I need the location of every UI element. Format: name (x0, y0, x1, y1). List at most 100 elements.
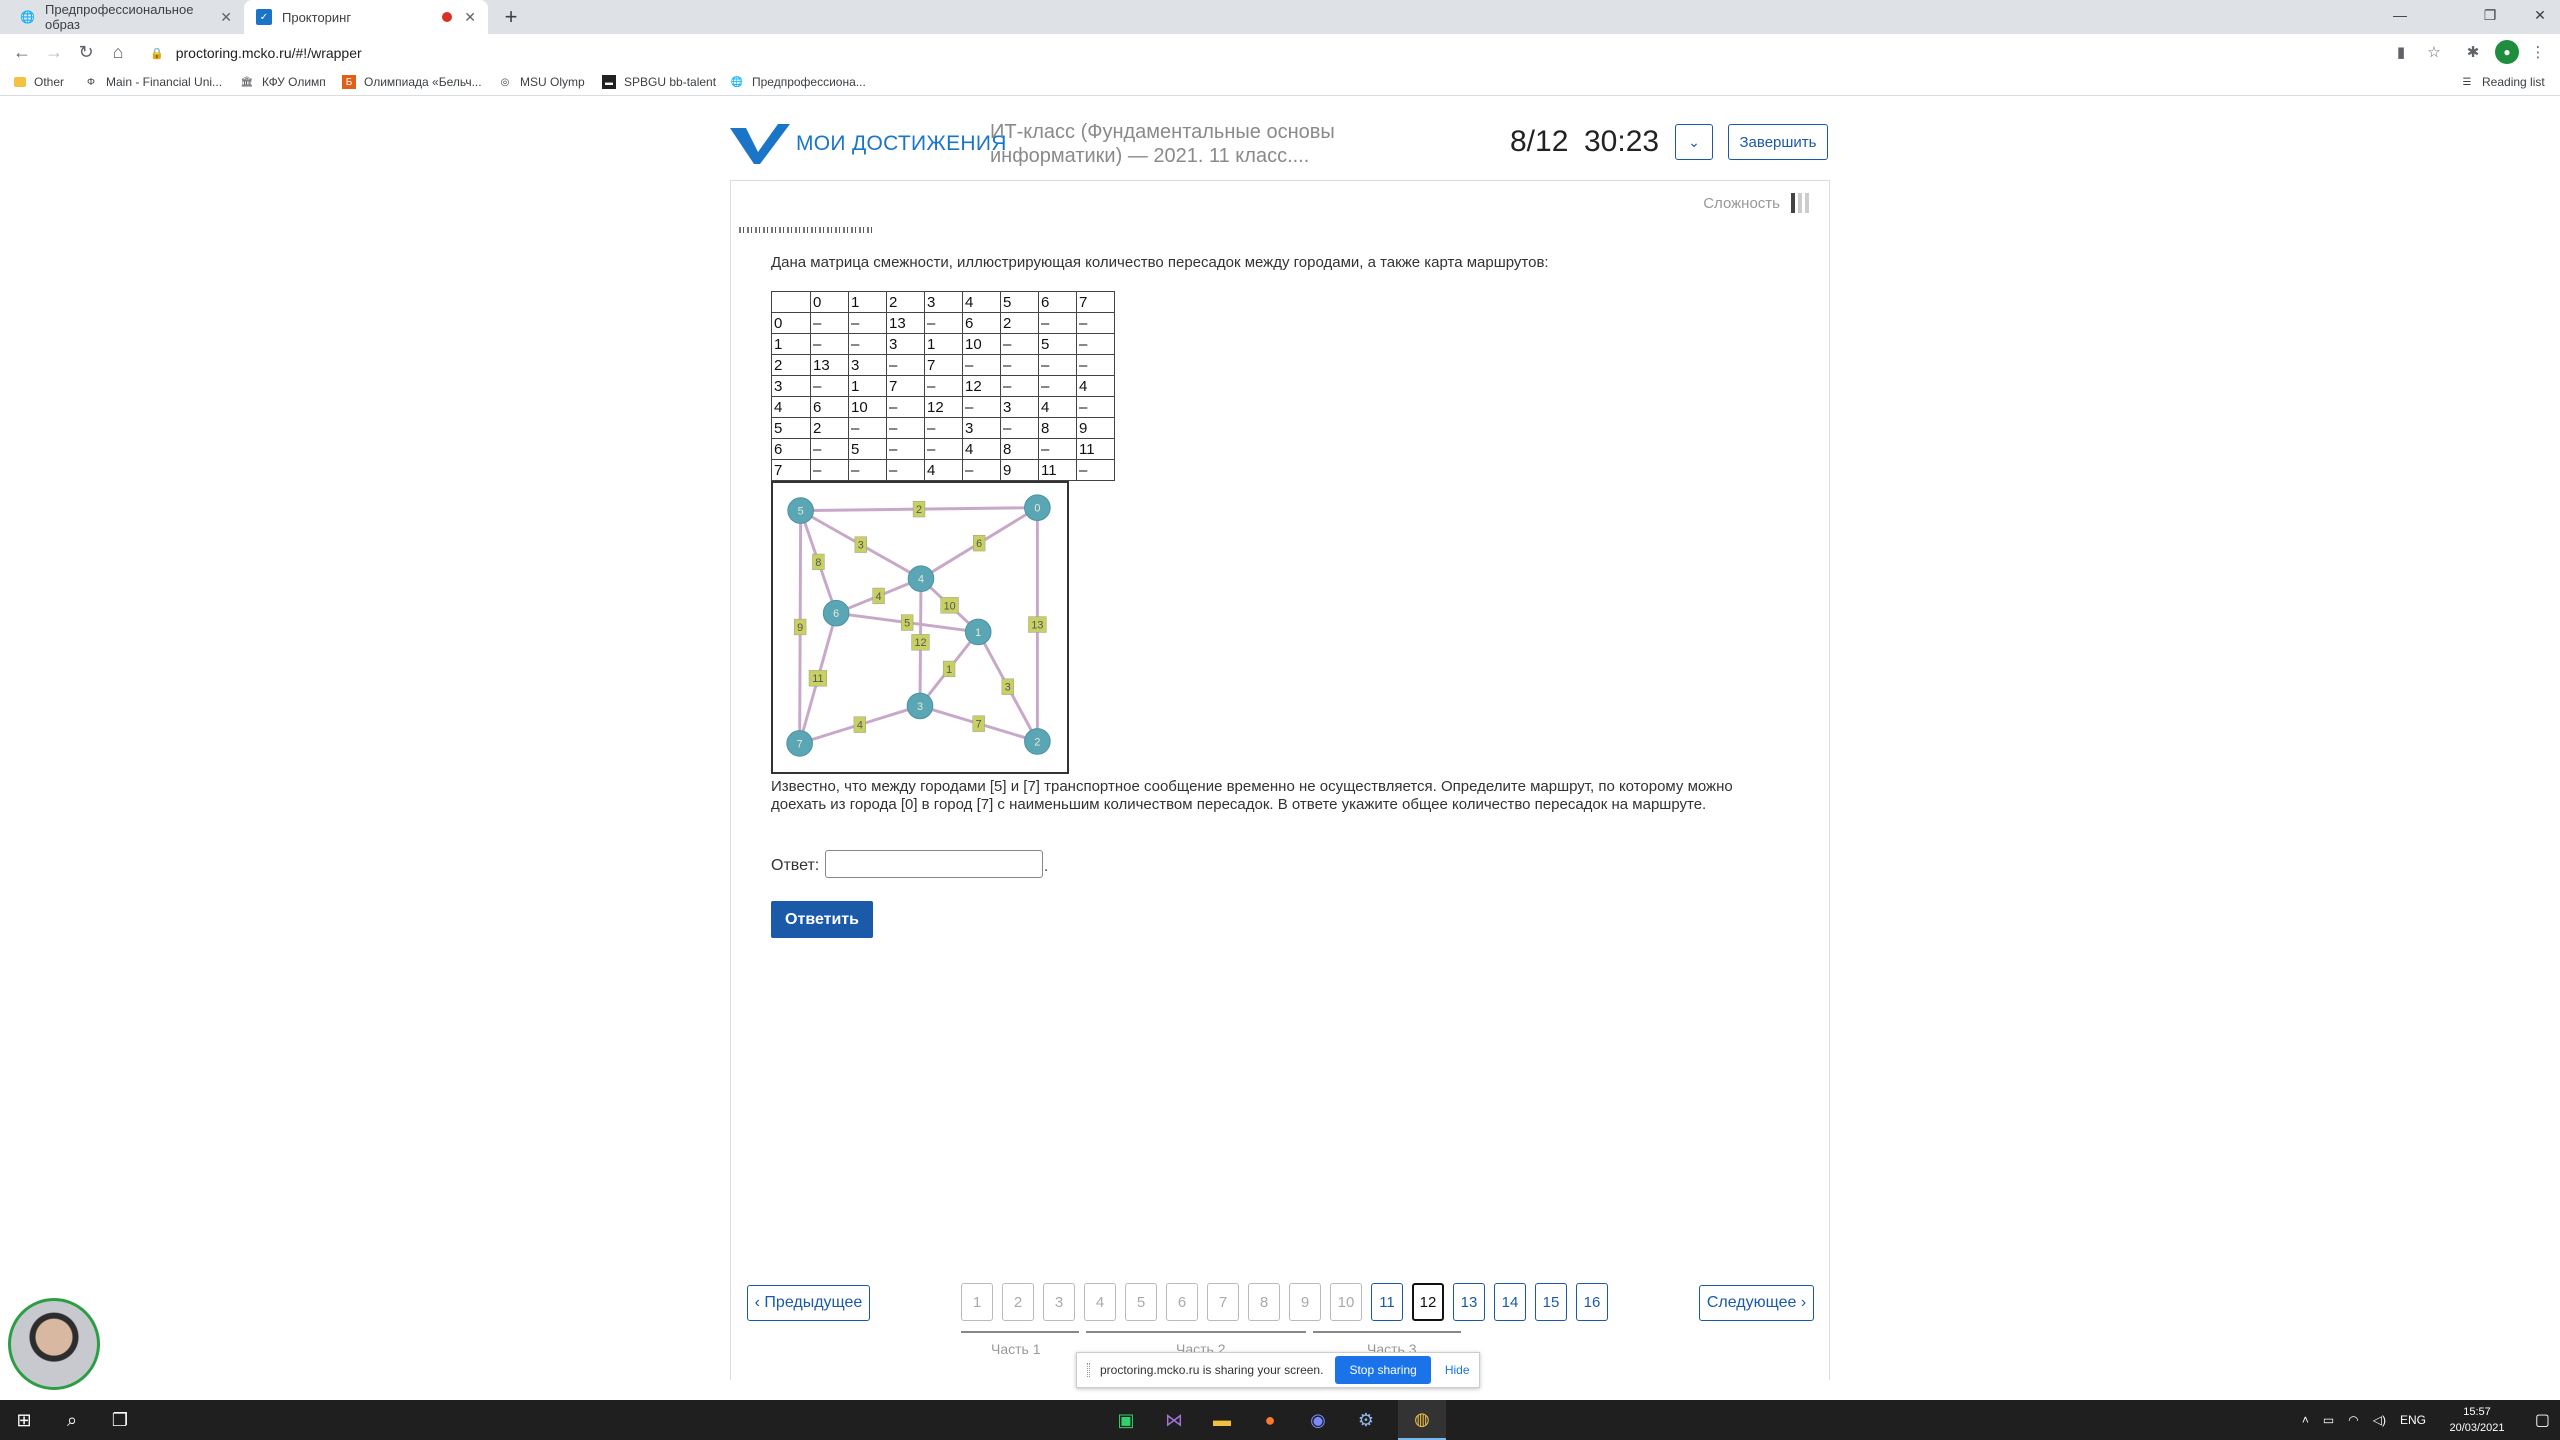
back-button[interactable]: ← (10, 40, 34, 64)
adjacency-matrix: 0 1 2 3 4 5 6 7 0– –13–6 2– –1– –3 1 10–5–2 13 3–7– – – –3–… (771, 291, 1115, 481)
edge-weight-label: 11 (812, 673, 823, 685)
hide-button[interactable]: Hide (1445, 1363, 1470, 1377)
page-button-6[interactable]: 6 (1166, 1283, 1198, 1321)
profile-avatar[interactable]: ● (2495, 40, 2519, 64)
notifications-icon[interactable]: ▢ (2535, 1410, 2550, 1430)
bookmark-financial[interactable]: Φ Main - Financial Uni... (84, 75, 222, 89)
home-button[interactable]: ⌂ (106, 40, 130, 64)
forward-button[interactable]: → (42, 40, 66, 64)
network-icon[interactable]: ▭ (2323, 1413, 2334, 1427)
msu-icon: ◎ (500, 76, 510, 88)
matrix-cell: – (962, 459, 1001, 481)
address-bar[interactable]: 🔒 proctoring.mcko.ru/#!/wrapper (144, 39, 2374, 67)
firefox-icon[interactable]: ● (1246, 1400, 1294, 1440)
close-tab-icon[interactable]: ✕ (464, 9, 476, 26)
pycharm-icon[interactable]: ▣ (1102, 1400, 1150, 1440)
volume-icon[interactable]: ◁) (2373, 1413, 2386, 1427)
previous-button[interactable]: ‹ Предыдущее (747, 1285, 870, 1321)
drag-handle[interactable] (1087, 1363, 1090, 1377)
chevron-up-icon[interactable]: ˄ (2302, 1413, 2309, 1427)
matrix-cell: 13 (886, 312, 925, 334)
bookmark-kfu[interactable]: 🏛 КФУ Олимп (240, 75, 326, 89)
matrix-cell: 1 (771, 333, 811, 355)
tab-preprof[interactable]: 🌐 Предпрофессиональное образ ✕ (8, 0, 244, 34)
page-button-12[interactable]: 12 (1412, 1283, 1444, 1321)
edge-weight-label: 8 (815, 557, 821, 569)
screen-share-bar: proctoring.mcko.ru is sharing your scree… (1076, 1352, 1480, 1388)
matrix-cell: – (1038, 354, 1077, 376)
steam-icon[interactable]: ⚙ (1342, 1400, 1390, 1440)
bookmark-star-icon[interactable]: ☆ (2423, 41, 2445, 63)
tab-proctoring[interactable]: ✓ Прокторинг ✕ (244, 0, 488, 34)
matrix-cell: 12 (962, 375, 1001, 397)
graph-node-label: 5 (798, 506, 804, 518)
task-view-icon[interactable]: ❐ (96, 1400, 144, 1440)
matrix-cell: – (1000, 333, 1039, 355)
stop-sharing-button[interactable]: Stop sharing (1335, 1356, 1431, 1384)
chevron-down-button[interactable]: ⌄ (1675, 124, 1713, 160)
matrix-cell: 4 (771, 396, 811, 418)
minimize-button[interactable]: — (2380, 0, 2420, 30)
extensions-icon[interactable]: ✱ (2462, 41, 2484, 63)
language-indicator[interactable]: ENG (2400, 1413, 2426, 1427)
bookmark-other[interactable]: Other (14, 75, 64, 89)
matrix-cell: 7 (924, 354, 963, 376)
matrix-cell: 4 (924, 459, 963, 481)
reload-button[interactable]: ↻ (74, 40, 98, 64)
bookmark-belch[interactable]: Б Олимпиада «Бельч... (342, 75, 482, 89)
clock[interactable]: 15:57 20/03/2021 (2442, 1404, 2512, 1436)
page-button-5[interactable]: 5 (1125, 1283, 1157, 1321)
edge-weight-label: 10 (944, 600, 956, 612)
difficulty-indicator: Сложность (1703, 193, 1809, 213)
matrix-cell: – (962, 396, 1001, 418)
matrix-cell: 3 (771, 375, 811, 397)
finish-button[interactable]: Завершить (1728, 124, 1828, 160)
bookmark-msu[interactable]: ◎ MSU Olymp (498, 75, 585, 89)
matrix-cell: 2 (810, 417, 849, 439)
page-button-2[interactable]: 2 (1002, 1283, 1034, 1321)
page-header: МОИ ДОСТИЖЕНИЯ ИТ-класс (Фундаментальные… (730, 110, 1830, 180)
browser-toolbar: ← → ↻ ⌂ 🔒 proctoring.mcko.ru/#!/wrapper … (0, 34, 2560, 70)
close-window-button[interactable]: ✕ (2520, 0, 2560, 30)
page-button-7[interactable]: 7 (1207, 1283, 1239, 1321)
page-button-16[interactable]: 16 (1576, 1283, 1608, 1321)
chrome-icon[interactable]: ◍ (1398, 1400, 1446, 1440)
page-button-14[interactable]: 14 (1494, 1283, 1526, 1321)
page-button-3[interactable]: 3 (1043, 1283, 1075, 1321)
close-tab-icon[interactable]: ✕ (220, 9, 232, 26)
edge-weight-label: 7 (976, 719, 982, 731)
bookmark-spbgu[interactable]: ▬ SPBGU bb-talent (602, 75, 716, 89)
page-button-15[interactable]: 15 (1535, 1283, 1567, 1321)
page-button-1[interactable]: 1 (961, 1283, 993, 1321)
graph-node-label: 0 (1034, 503, 1040, 515)
page-button-11[interactable]: 11 (1371, 1283, 1403, 1321)
difficulty-bar (1791, 193, 1795, 213)
reading-list[interactable]: ☰ Reading list (2460, 75, 2545, 89)
timer: 30:23 (1584, 125, 1660, 158)
page-button-4[interactable]: 4 (1084, 1283, 1116, 1321)
bookmark-preprof[interactable]: 🌐 Предпрофессиона... (730, 75, 866, 89)
submit-answer-button[interactable]: Ответить (771, 901, 873, 938)
next-button[interactable]: Следующее › (1699, 1285, 1814, 1321)
spbgu-icon: ▬ (602, 75, 616, 89)
page-button-13[interactable]: 13 (1453, 1283, 1485, 1321)
matrix-cell: – (886, 417, 925, 439)
restore-button[interactable]: ❐ (2470, 0, 2510, 30)
start-windows-icon[interactable]: ⊞ (0, 1400, 48, 1440)
part-divider (1313, 1331, 1461, 1333)
page-button-10[interactable]: 10 (1330, 1283, 1362, 1321)
answer-input[interactable] (825, 850, 1043, 878)
page-button-8[interactable]: 8 (1248, 1283, 1280, 1321)
camera-icon[interactable]: ▮ (2390, 41, 2412, 63)
page-button-9[interactable]: 9 (1289, 1283, 1321, 1321)
menu-kebab-icon[interactable]: ⋮ (2527, 41, 2549, 63)
visual-studio-icon[interactable]: ⋈ (1150, 1400, 1198, 1440)
new-tab-button[interactable]: + (498, 4, 524, 30)
matrix-cell: 5 (1000, 291, 1039, 313)
browser-tab-strip: 🌐 Предпрофессиональное образ ✕ ✓ Проктор… (0, 0, 2560, 34)
wifi-icon[interactable]: ◠ (2348, 1413, 2358, 1427)
search-icon[interactable]: ⌕ (48, 1400, 96, 1440)
discord-icon[interactable]: ◉ (1294, 1400, 1342, 1440)
question-progress: 8/12 (1510, 125, 1569, 158)
file-explorer-icon[interactable]: ▬ (1198, 1400, 1246, 1440)
